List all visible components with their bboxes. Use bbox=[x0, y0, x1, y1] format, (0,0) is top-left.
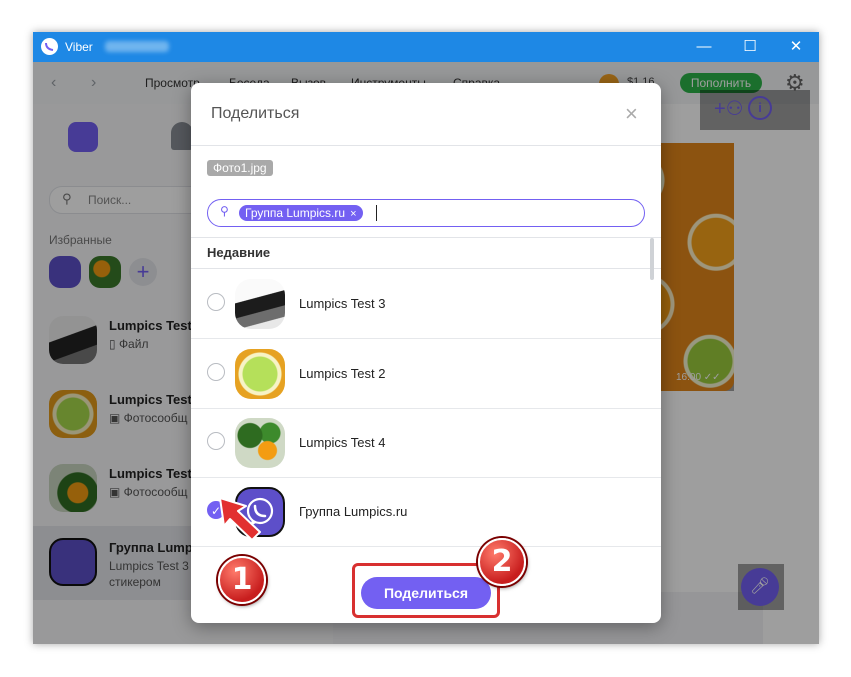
contact-row[interactable]: Lumpics Test 2 bbox=[191, 339, 661, 409]
contact-row[interactable]: Lumpics Test 3 bbox=[191, 269, 661, 339]
contact-name: Lumpics Test 2 bbox=[299, 366, 386, 381]
text-caret bbox=[376, 205, 377, 221]
search-icon: ⚲ bbox=[220, 204, 229, 218]
maximize-button[interactable]: ☐ bbox=[727, 32, 773, 62]
divider bbox=[191, 145, 661, 146]
attached-file-name: Фото1.jpg bbox=[207, 160, 273, 176]
header-dim bbox=[700, 90, 810, 130]
pointer-arrow-icon bbox=[219, 497, 261, 541]
remove-recipient-icon[interactable]: × bbox=[350, 208, 356, 220]
contact-row[interactable]: Lumpics Test 4 bbox=[191, 408, 661, 478]
contact-avatar-orange-tree bbox=[235, 418, 285, 468]
contact-name: Lumpics Test 3 bbox=[299, 296, 386, 311]
close-window-button[interactable]: ✕ bbox=[773, 32, 819, 62]
recent-section-label: Недавние bbox=[207, 245, 271, 260]
dialog-title: Поделиться bbox=[211, 105, 300, 122]
contact-checkbox[interactable] bbox=[207, 363, 225, 381]
contact-name: Lumpics Test 4 bbox=[299, 435, 386, 450]
contact-avatar-laptop bbox=[235, 279, 285, 329]
viber-logo-icon bbox=[41, 38, 58, 55]
contact-checkbox[interactable] bbox=[207, 432, 225, 450]
divider bbox=[191, 237, 661, 238]
contact-avatar-lime bbox=[235, 349, 285, 399]
contact-checkbox[interactable] bbox=[207, 293, 225, 311]
recipient-chip: Группа Lumpics.ru × bbox=[239, 205, 363, 221]
window-title: Viber bbox=[65, 40, 93, 54]
step-1-badge: 1 bbox=[218, 556, 266, 604]
minimize-button[interactable]: — bbox=[681, 32, 727, 62]
highlight-box bbox=[352, 563, 500, 618]
contact-name: Группа Lumpics.ru bbox=[299, 504, 408, 519]
recipient-search-input[interactable]: ⚲ Группа Lumpics.ru × bbox=[207, 199, 645, 227]
close-icon[interactable]: × bbox=[625, 101, 638, 127]
step-2-badge: 2 bbox=[478, 538, 526, 586]
mic-dim bbox=[738, 564, 784, 610]
blurred-phone-number bbox=[105, 41, 169, 52]
title-bar: Viber — ☐ ✕ bbox=[33, 32, 819, 62]
